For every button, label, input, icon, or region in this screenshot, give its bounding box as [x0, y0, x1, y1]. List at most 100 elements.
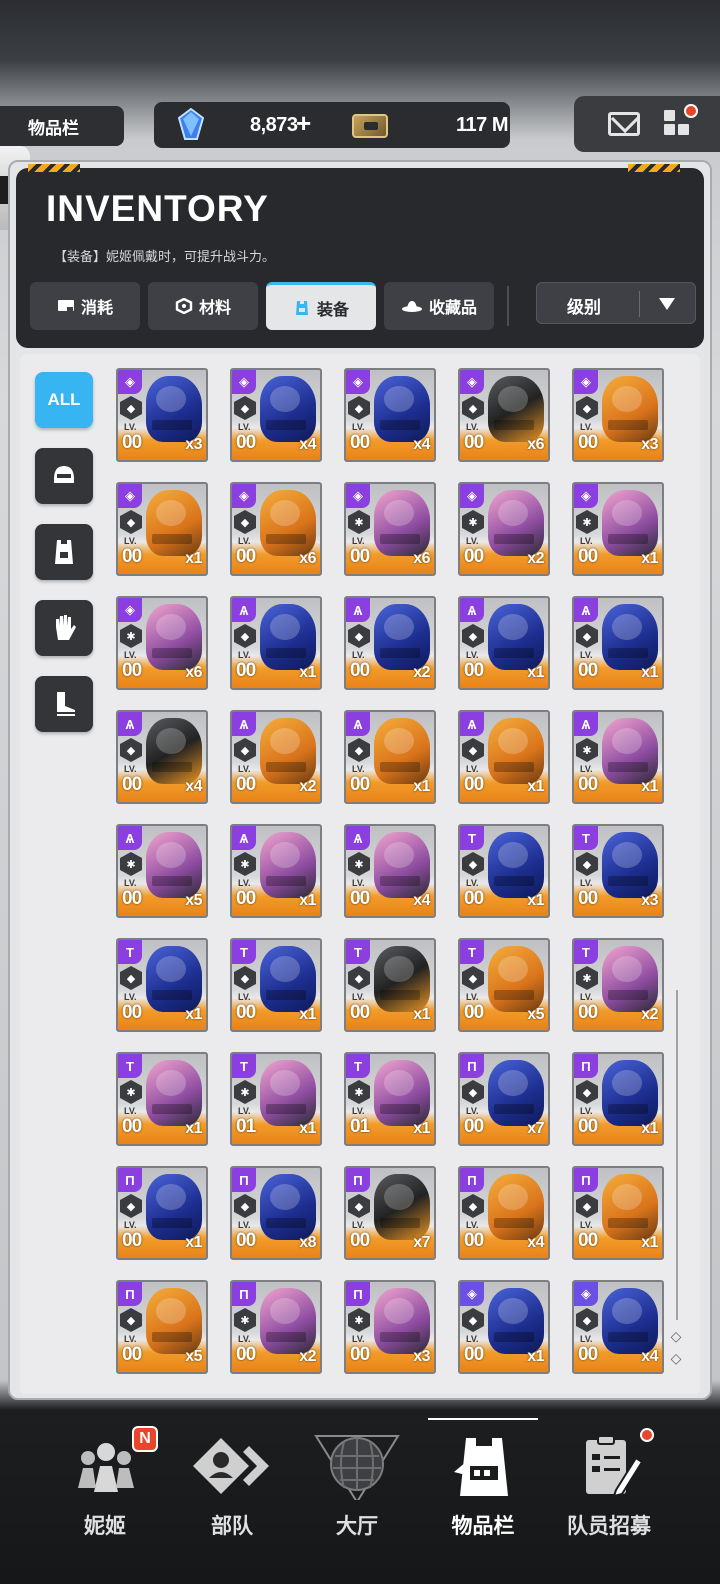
equipment-item[interactable]: Ѧ ✱ LV. 00 x1 — [230, 824, 322, 918]
equipment-item[interactable]: Π ◆ LV. 00 x5 — [116, 1280, 208, 1374]
equipment-item[interactable]: ◈ ◆ LV. 00 x6 — [230, 482, 322, 576]
chevron-down-icon — [659, 298, 675, 310]
equipment-item[interactable]: ◈ ◆ LV. 00 x1 — [458, 1280, 550, 1374]
equipment-item[interactable]: Ѧ ◆ LV. 00 x2 — [230, 710, 322, 804]
equipment-item[interactable]: T ◆ LV. 00 x5 — [458, 938, 550, 1032]
equipment-item[interactable]: Π ◆ LV. 00 x7 — [344, 1166, 436, 1260]
quantity: x1 — [413, 778, 430, 795]
filter-arm-button[interactable] — [35, 600, 93, 656]
helmet-icon — [54, 466, 74, 483]
filter-head-button[interactable] — [35, 448, 93, 504]
class-icon: ✱ — [120, 1080, 142, 1104]
class-icon: ◆ — [462, 1308, 484, 1332]
rarity-badge: Ѧ — [346, 826, 370, 850]
rarity-badge: T — [346, 1054, 370, 1078]
scroll-up-icon[interactable]: ◇ — [668, 1328, 684, 1344]
filter-all-button[interactable]: ALL — [35, 372, 93, 428]
equipment-item[interactable]: T ✱ LV. 01 x1 — [230, 1052, 322, 1146]
vest-icon — [454, 1438, 508, 1496]
scroll-down-icon[interactable]: ◇ — [668, 1350, 684, 1366]
tab-collectibles[interactable]: 收藏品 — [384, 282, 494, 330]
equipment-item[interactable]: Ѧ ◆ LV. 00 x1 — [344, 710, 436, 804]
scrollbar[interactable] — [676, 990, 678, 1320]
equipment-item[interactable]: ◈ ◆ LV. 00 x4 — [230, 368, 322, 462]
filter-leg-button[interactable] — [35, 676, 93, 732]
level-value: 00 — [122, 1344, 142, 1365]
rarity-badge: ◈ — [118, 370, 142, 394]
equipment-item[interactable]: ◈ ◆ LV. 00 x4 — [344, 368, 436, 462]
class-icon: ◆ — [234, 966, 256, 990]
equipment-item[interactable]: Ѧ ✱ LV. 00 x5 — [116, 824, 208, 918]
equipment-item[interactable]: ◈ ◆ LV. 00 x6 — [458, 368, 550, 462]
equipment-item[interactable]: ◈ ✱ LV. 00 x6 — [116, 596, 208, 690]
rarity-badge: T — [232, 940, 256, 964]
equipment-item[interactable]: T ◆ LV. 00 x1 — [230, 938, 322, 1032]
tab-materials[interactable]: 材料 — [148, 282, 258, 330]
equipment-item[interactable]: Ѧ ◆ LV. 00 x1 — [572, 596, 664, 690]
equipment-art-icon — [602, 832, 658, 898]
equipment-art-icon — [260, 604, 316, 670]
sort-dropdown[interactable]: 级别 — [536, 282, 696, 324]
level-label: LV. — [238, 1106, 251, 1116]
ticket-icon — [57, 300, 74, 313]
equipment-item[interactable]: Π ✱ LV. 00 x3 — [344, 1280, 436, 1374]
quantity: x6 — [185, 664, 202, 681]
equipment-item[interactable]: Π ◆ LV. 00 x8 — [230, 1166, 322, 1260]
equipment-item[interactable]: ◈ ✱ LV. 00 x1 — [572, 482, 664, 576]
nav-nikke[interactable]: N 妮姬 — [40, 1412, 170, 1584]
equipment-item[interactable]: T ◆ LV. 00 x1 — [116, 938, 208, 1032]
nav-squad[interactable]: 部队 — [167, 1412, 297, 1584]
level-value: 00 — [350, 660, 370, 681]
equipment-item[interactable]: ◈ ◆ LV. 00 x3 — [116, 368, 208, 462]
equipment-item[interactable]: T ✱ LV. 00 x1 — [116, 1052, 208, 1146]
quantity: x2 — [299, 778, 316, 795]
equipment-item[interactable]: ◈ ◆ LV. 00 x3 — [572, 368, 664, 462]
equipment-art-icon — [488, 1288, 544, 1354]
equipment-item[interactable]: Ѧ ◆ LV. 00 x1 — [458, 596, 550, 690]
equipment-item[interactable]: Ѧ ✱ LV. 00 x4 — [344, 824, 436, 918]
level-value: 00 — [578, 774, 598, 795]
equipment-item[interactable]: ◈ ◆ LV. 00 x4 — [572, 1280, 664, 1374]
equipment-item[interactable]: Π ◆ LV. 00 x1 — [572, 1166, 664, 1260]
equipment-item[interactable]: Π ◆ LV. 00 x1 — [572, 1052, 664, 1146]
equipment-item[interactable]: T ◆ LV. 00 x1 — [458, 824, 550, 918]
equipment-item[interactable]: Π ◆ LV. 00 x1 — [116, 1166, 208, 1260]
add-gems-button[interactable]: + — [296, 110, 311, 136]
mail-icon[interactable] — [608, 112, 640, 136]
level-label: LV. — [466, 536, 479, 546]
level-value: 00 — [350, 1002, 370, 1023]
class-icon: ◆ — [576, 1080, 598, 1104]
level-value: 00 — [236, 774, 256, 795]
equipment-item[interactable]: T ✱ LV. 01 x1 — [344, 1052, 436, 1146]
equipment-item[interactable]: ◈ ✱ LV. 00 x2 — [458, 482, 550, 576]
equipment-item[interactable]: Ѧ ◆ LV. 00 x1 — [458, 710, 550, 804]
quantity: x2 — [527, 550, 544, 567]
rarity-badge: ◈ — [118, 484, 142, 508]
tab-label: 材料 — [198, 300, 231, 317]
equipment-item[interactable]: Π ✱ LV. 00 x2 — [230, 1280, 322, 1374]
quantity: x4 — [299, 436, 316, 453]
equipment-item[interactable]: Π ◆ LV. 00 x7 — [458, 1052, 550, 1146]
equipment-item[interactable]: T ✱ LV. 00 x2 — [572, 938, 664, 1032]
class-icon: ◆ — [576, 624, 598, 648]
tab-consumables[interactable]: 消耗 — [30, 282, 140, 330]
equipment-item[interactable]: Ѧ ◆ LV. 00 x4 — [116, 710, 208, 804]
class-icon: ◆ — [234, 396, 256, 420]
quantity: x1 — [299, 1120, 316, 1137]
quantity: x1 — [641, 1120, 658, 1137]
tab-equipment[interactable]: 装备 — [266, 282, 376, 330]
level-value: 01 — [236, 1116, 256, 1137]
nav-inventory[interactable]: 物品栏 — [418, 1412, 548, 1584]
equipment-item[interactable]: T ◆ LV. 00 x1 — [344, 938, 436, 1032]
equipment-item[interactable]: Ѧ ✱ LV. 00 x1 — [572, 710, 664, 804]
equipment-item[interactable]: ◈ ✱ LV. 00 x6 — [344, 482, 436, 576]
equipment-item[interactable]: Ѧ ◆ LV. 00 x2 — [344, 596, 436, 690]
filter-torso-button[interactable] — [35, 524, 93, 580]
equipment-item[interactable]: ◈ ◆ LV. 00 x1 — [116, 482, 208, 576]
nav-lobby[interactable]: 大厅 — [292, 1412, 422, 1584]
nav-recruit[interactable]: 队员招募 — [544, 1412, 674, 1584]
equipment-item[interactable]: Π ◆ LV. 00 x4 — [458, 1166, 550, 1260]
divider — [639, 291, 640, 317]
equipment-item[interactable]: Ѧ ◆ LV. 00 x1 — [230, 596, 322, 690]
equipment-item[interactable]: T ◆ LV. 00 x3 — [572, 824, 664, 918]
